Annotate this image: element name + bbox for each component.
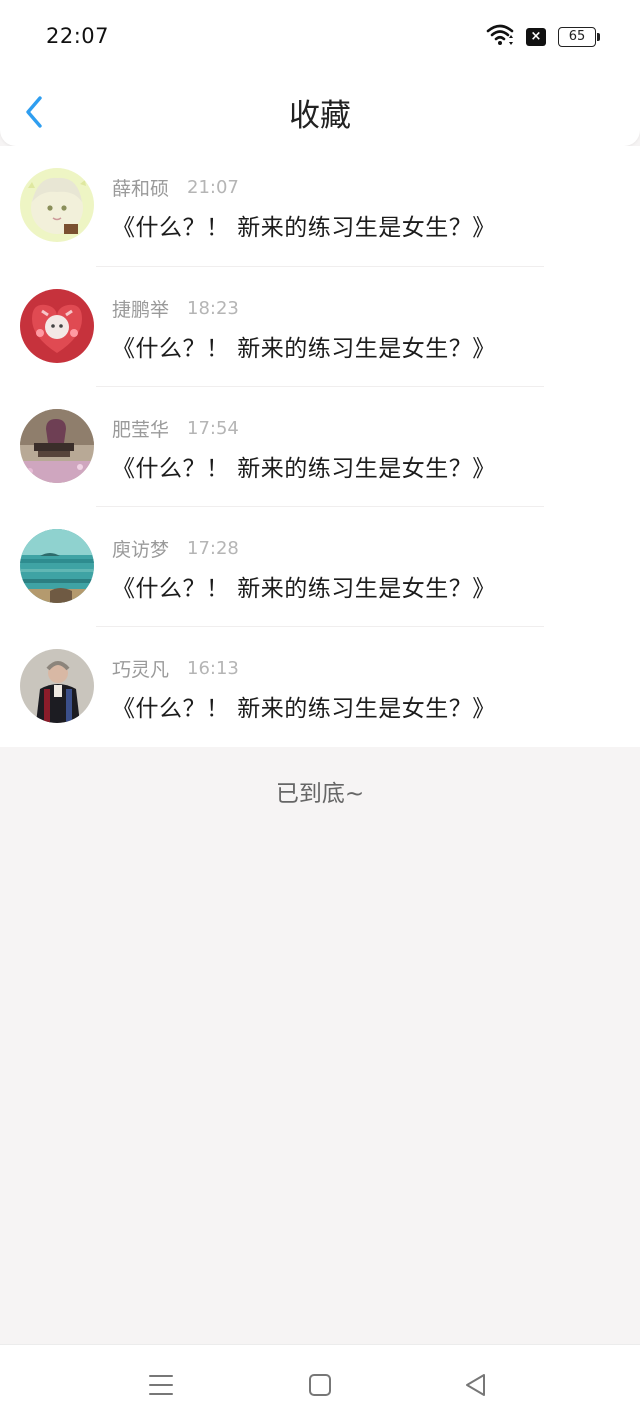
avatar — [20, 529, 94, 603]
item-meta: 庾访梦 17:28 — [112, 535, 239, 561]
wifi-icon — [486, 24, 514, 50]
menu-icon — [149, 1375, 173, 1395]
item-meta: 薛和硕 21:07 — [112, 174, 239, 200]
user-name: 薛和硕 — [112, 177, 170, 200]
favorites-page: 22:07 × 65 收藏 薛和硕 21:07 《什么？！ 新来的练习生是女生？… — [0, 0, 640, 1422]
favorite-item[interactable]: 庾访梦 17:28 《什么？！ 新来的练习生是女生？》 — [0, 507, 640, 627]
avatar — [20, 409, 94, 483]
item-title: 《什么？！ 新来的练习生是女生？》 — [112, 576, 496, 602]
item-title: 《什么？！ 新来的练习生是女生？》 — [112, 215, 496, 241]
item-time: 16:13 — [187, 657, 239, 679]
page-title: 收藏 — [289, 98, 351, 134]
system-back-button[interactable] — [462, 1371, 490, 1399]
user-name: 捷鹏举 — [112, 298, 170, 321]
favorite-item[interactable]: 肥莹华 17:54 《什么？！ 新来的练习生是女生？》 — [0, 387, 640, 507]
item-title: 《什么？！ 新来的练习生是女生？》 — [112, 696, 496, 722]
favorite-item[interactable]: 薛和硕 21:07 《什么？！ 新来的练习生是女生？》 — [0, 146, 640, 267]
avatar — [20, 289, 94, 363]
menu-button[interactable] — [147, 1371, 175, 1399]
status-icons: × 65 — [486, 24, 600, 50]
status-time: 22:07 — [46, 24, 110, 48]
favorite-item[interactable]: 巧灵凡 16:13 《什么？！ 新来的练习生是女生？》 — [0, 627, 640, 747]
favorite-item[interactable]: 捷鹏举 18:23 《什么？！ 新来的练习生是女生？》 — [0, 267, 640, 387]
item-time: 17:54 — [187, 417, 239, 439]
item-meta: 巧灵凡 16:13 — [112, 655, 239, 681]
end-of-list-text: 已到底~ — [275, 781, 365, 807]
favorites-list: 薛和硕 21:07 《什么？！ 新来的练习生是女生？》 捷鹏举 18:23 《什… — [0, 146, 640, 747]
battery-level: 65 — [568, 29, 586, 44]
home-button[interactable] — [306, 1371, 334, 1399]
item-time: 17:28 — [187, 537, 239, 559]
back-triangle-icon — [466, 1374, 485, 1396]
user-name: 肥莹华 — [112, 418, 170, 441]
system-nav-bar — [0, 1344, 640, 1422]
no-sim-icon: × — [526, 28, 546, 46]
item-title: 《什么？！ 新来的练习生是女生？》 — [112, 336, 496, 362]
user-name: 庾访梦 — [112, 538, 170, 561]
user-name: 巧灵凡 — [112, 658, 170, 681]
item-time: 21:07 — [187, 176, 239, 198]
item-time: 18:23 — [187, 297, 239, 319]
item-title: 《什么？！ 新来的练习生是女生？》 — [112, 456, 496, 482]
home-square-icon — [309, 1374, 331, 1396]
avatar — [20, 649, 94, 723]
avatar — [20, 168, 94, 242]
battery-icon: 65 — [558, 27, 600, 47]
item-meta: 肥莹华 17:54 — [112, 415, 239, 441]
top-bar: 22:07 × 65 收藏 — [0, 0, 640, 146]
item-meta: 捷鹏举 18:23 — [112, 295, 239, 321]
